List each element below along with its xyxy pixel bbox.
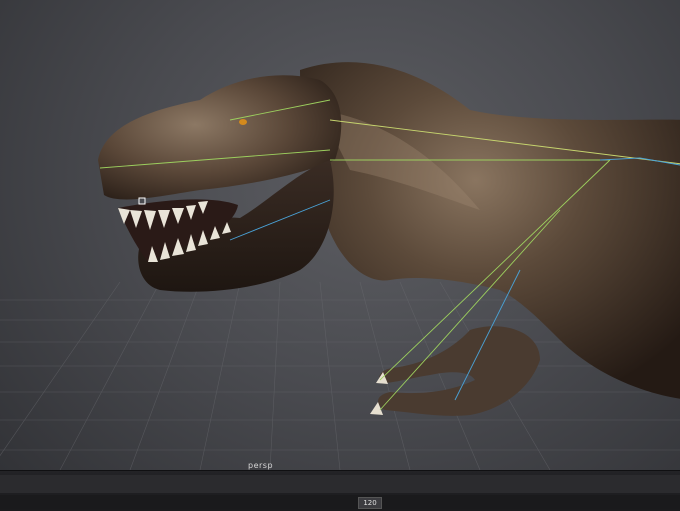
scene-canvas[interactable] [0, 0, 680, 510]
time-slider[interactable] [0, 475, 680, 493]
dinosaur-arm[interactable] [378, 326, 540, 416]
end-frame-field[interactable]: 120 [358, 497, 382, 509]
cursor-icon [138, 197, 146, 205]
3d-viewport[interactable]: persp [0, 0, 680, 510]
eye-icon [239, 119, 247, 125]
camera-label: persp [248, 461, 274, 470]
range-slider[interactable]: 120 [0, 495, 680, 509]
time-slider-panel[interactable]: 120 [0, 470, 680, 511]
